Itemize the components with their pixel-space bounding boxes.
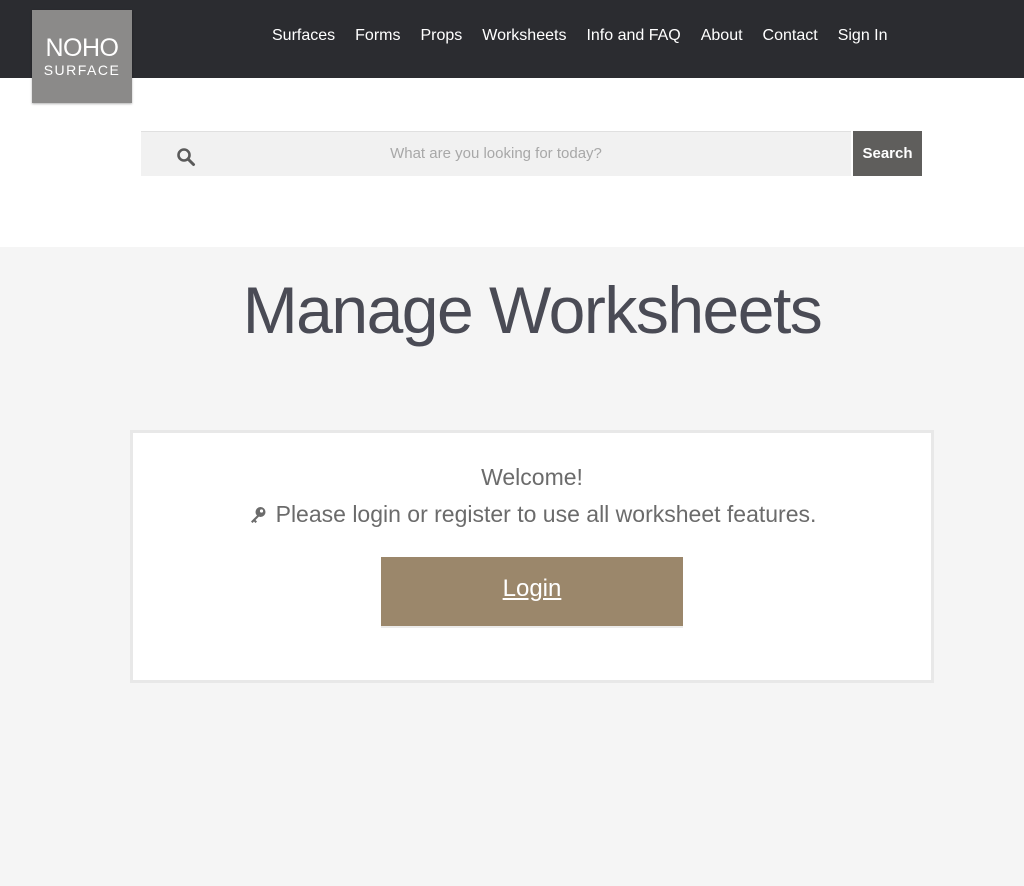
- nav-item-about[interactable]: About: [691, 26, 753, 46]
- nav-item-surfaces[interactable]: Surfaces: [262, 26, 345, 46]
- logo-line-1: NOHO: [45, 34, 120, 62]
- nav-item-contact[interactable]: Contact: [753, 26, 828, 46]
- top-navigation-bar: Surfaces Forms Props Worksheets Info and…: [0, 0, 1024, 78]
- login-message-text: Please login or register to use all work…: [275, 501, 817, 527]
- key-icon: [250, 507, 266, 523]
- page-title: Manage Worksheets: [242, 273, 823, 347]
- nav-item-sign-in[interactable]: Sign In: [828, 26, 898, 46]
- welcome-text: Welcome!: [481, 464, 583, 490]
- login-message: Please login or register to use all work…: [0, 499, 1024, 529]
- search-icon[interactable]: [176, 147, 196, 167]
- login-button[interactable]: Login: [381, 557, 683, 628]
- nav-item-forms[interactable]: Forms: [345, 26, 410, 46]
- nav-item-props[interactable]: Props: [410, 26, 472, 46]
- search-input[interactable]: [206, 131, 786, 176]
- main-nav: Surfaces Forms Props Worksheets Info and…: [262, 0, 898, 78]
- nav-item-worksheets[interactable]: Worksheets: [472, 26, 576, 46]
- nav-item-info-faq[interactable]: Info and FAQ: [576, 26, 690, 46]
- search-button[interactable]: Search: [853, 131, 922, 176]
- site-logo[interactable]: NOHO SURFACE: [32, 10, 132, 103]
- logo-line-2: SURFACE: [43, 62, 121, 78]
